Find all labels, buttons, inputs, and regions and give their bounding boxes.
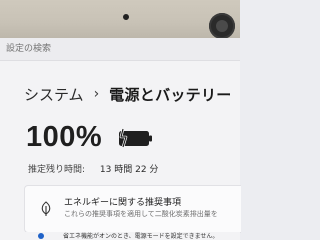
energy-saver-notice: 省エネ機能がオンのとき、電源モードを設定できません。 <box>24 232 240 240</box>
breadcrumb-separator: › <box>93 86 100 102</box>
breadcrumb-parent-link[interactable]: システム <box>24 84 84 105</box>
energy-recommendations-card[interactable]: エネルギーに関する推奨事項 これらの推奨事項を適用して二酸化炭素排出量を <box>24 185 241 233</box>
breadcrumb: システム › 電源とバッテリー <box>24 83 232 105</box>
webcam-lens <box>216 20 228 32</box>
search-input[interactable] <box>6 42 126 56</box>
info-icon <box>38 233 44 239</box>
webcam-indicator <box>123 14 129 20</box>
card-title: エネルギーに関する推奨事項 <box>64 198 182 208</box>
search-bar <box>0 38 240 61</box>
laptop-bezel <box>0 0 240 38</box>
notice-text: 省エネ機能がオンのとき、電源モードを設定できません。 <box>63 233 219 240</box>
remaining-time: 推定残り時間: 13 時間 22 分 <box>28 162 158 175</box>
leaf-icon <box>41 201 51 216</box>
battery-charging-icon <box>119 128 152 148</box>
remaining-time-label: 推定残り時間: <box>28 165 86 175</box>
card-description: これらの推奨事項を適用して二酸化炭素排出量を <box>64 210 218 218</box>
remaining-time-value: 13 時間 22 分 <box>99 165 159 175</box>
page-title: 電源とバッテリー <box>109 85 232 104</box>
battery-percentage: 100% <box>26 121 103 153</box>
